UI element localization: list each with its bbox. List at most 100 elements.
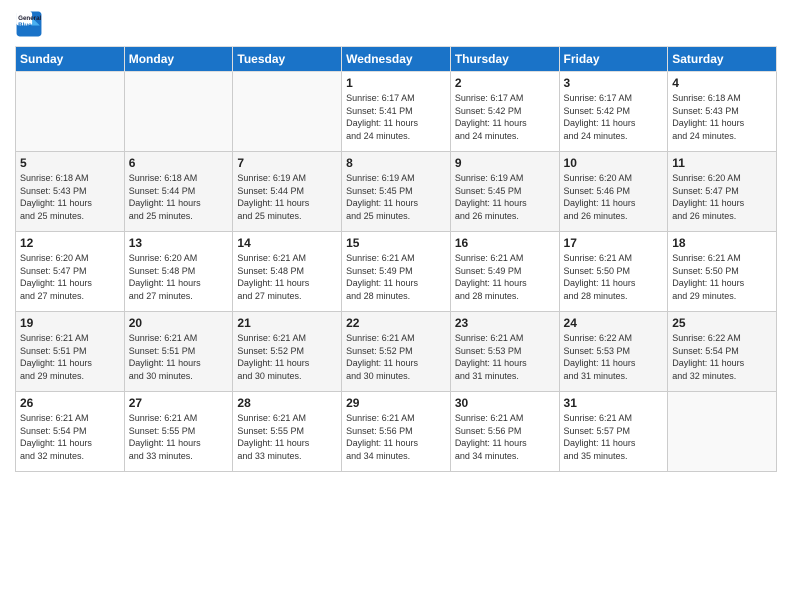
day-info: Sunrise: 6:20 AM Sunset: 5:47 PM Dayligh… (672, 172, 772, 222)
day-info: Sunrise: 6:21 AM Sunset: 5:57 PM Dayligh… (564, 412, 664, 462)
day-number: 20 (129, 316, 229, 330)
day-info: Sunrise: 6:21 AM Sunset: 5:49 PM Dayligh… (346, 252, 446, 302)
day-info: Sunrise: 6:20 AM Sunset: 5:48 PM Dayligh… (129, 252, 229, 302)
calendar-cell: 24 Sunrise: 6:22 AM Sunset: 5:53 PM Dayli… (559, 312, 668, 392)
calendar-cell: 13Sunrise: 6:20 AM Sunset: 5:48 PM Dayli… (124, 232, 233, 312)
day-number: 11 (672, 156, 772, 170)
day-info: Sunrise: 6:19 AM Sunset: 5:45 PM Dayligh… (455, 172, 555, 222)
day-number: 23 (455, 316, 555, 330)
header: General Blue (15, 10, 777, 38)
weekday-header-monday: Monday (124, 47, 233, 72)
week-row-5: 26Sunrise: 6:21 AM Sunset: 5:54 PM Dayli… (16, 392, 777, 472)
calendar-cell: 27 Sunrise: 6:21 AM Sunset: 5:55 PM Dayli… (124, 392, 233, 472)
calendar-cell: 15 Sunrise: 6:21 AM Sunset: 5:49 PM Dayli… (342, 232, 451, 312)
day-info: Sunrise: 6:21 AM Sunset: 5:48 PM Dayligh… (237, 252, 337, 302)
calendar-cell: 23Sunrise: 6:21 AM Sunset: 5:53 PM Dayli… (450, 312, 559, 392)
day-info: Sunrise: 6:18 AM Sunset: 5:43 PM Dayligh… (20, 172, 120, 222)
calendar-cell: 31 Sunrise: 6:21 AM Sunset: 5:57 PM Dayli… (559, 392, 668, 472)
calendar-cell: 4Sunrise: 6:18 AM Sunset: 5:43 PM Daylig… (668, 72, 777, 152)
calendar-cell: 16 Sunrise: 6:21 AM Sunset: 5:49 PM Dayli… (450, 232, 559, 312)
day-info: Sunrise: 6:21 AM Sunset: 5:50 PM Dayligh… (564, 252, 664, 302)
week-row-1: 1 Sunrise: 6:17 AM Sunset: 5:41 PM Daylig… (16, 72, 777, 152)
day-number: 3 (564, 76, 664, 90)
day-number: 28 (237, 396, 337, 410)
day-number: 12 (20, 236, 120, 250)
day-info: Sunrise: 6:21 AM Sunset: 5:52 PM Dayligh… (237, 332, 337, 382)
day-number: 16 (455, 236, 555, 250)
day-info: Sunrise: 6:22 AM Sunset: 5:53 PM Dayligh… (564, 332, 664, 382)
calendar-cell: 6 Sunrise: 6:18 AM Sunset: 5:44 PM Daylig… (124, 152, 233, 232)
logo-icon: General Blue (15, 10, 43, 38)
day-number: 5 (20, 156, 120, 170)
day-number: 24 (564, 316, 664, 330)
day-number: 9 (455, 156, 555, 170)
calendar-cell: 28 Sunrise: 6:21 AM Sunset: 5:55 PM Dayli… (233, 392, 342, 472)
day-info: Sunrise: 6:17 AM Sunset: 5:42 PM Dayligh… (564, 92, 664, 142)
day-info: Sunrise: 6:22 AM Sunset: 5:54 PM Dayligh… (672, 332, 772, 382)
day-info: Sunrise: 6:21 AM Sunset: 5:49 PM Dayligh… (455, 252, 555, 302)
day-number: 22 (346, 316, 446, 330)
calendar-cell: 29Sunrise: 6:21 AM Sunset: 5:56 PM Dayli… (342, 392, 451, 472)
calendar-cell: 12Sunrise: 6:20 AM Sunset: 5:47 PM Dayli… (16, 232, 125, 312)
weekday-header-thursday: Thursday (450, 47, 559, 72)
calendar-page: General Blue SundayMondayTuesdayWednesda… (0, 0, 792, 612)
calendar-table: SundayMondayTuesdayWednesdayThursdayFrid… (15, 46, 777, 472)
calendar-cell (233, 72, 342, 152)
weekday-header-wednesday: Wednesday (342, 47, 451, 72)
day-number: 17 (564, 236, 664, 250)
day-number: 4 (672, 76, 772, 90)
day-number: 19 (20, 316, 120, 330)
day-info: Sunrise: 6:18 AM Sunset: 5:44 PM Dayligh… (129, 172, 229, 222)
day-number: 21 (237, 316, 337, 330)
calendar-cell: 19Sunrise: 6:21 AM Sunset: 5:51 PM Dayli… (16, 312, 125, 392)
calendar-cell: 20 Sunrise: 6:21 AM Sunset: 5:51 PM Dayli… (124, 312, 233, 392)
day-number: 1 (346, 76, 446, 90)
day-info: Sunrise: 6:17 AM Sunset: 5:41 PM Dayligh… (346, 92, 446, 142)
logo: General Blue (15, 10, 47, 38)
day-number: 30 (455, 396, 555, 410)
day-info: Sunrise: 6:19 AM Sunset: 5:44 PM Dayligh… (237, 172, 337, 222)
calendar-cell (668, 392, 777, 472)
day-number: 15 (346, 236, 446, 250)
day-info: Sunrise: 6:20 AM Sunset: 5:46 PM Dayligh… (564, 172, 664, 222)
day-info: Sunrise: 6:19 AM Sunset: 5:45 PM Dayligh… (346, 172, 446, 222)
calendar-cell: 7 Sunrise: 6:19 AM Sunset: 5:44 PM Daylig… (233, 152, 342, 232)
week-row-3: 12Sunrise: 6:20 AM Sunset: 5:47 PM Dayli… (16, 232, 777, 312)
calendar-cell: 25 Sunrise: 6:22 AM Sunset: 5:54 PM Dayli… (668, 312, 777, 392)
day-info: Sunrise: 6:17 AM Sunset: 5:42 PM Dayligh… (455, 92, 555, 142)
calendar-cell: 9 Sunrise: 6:19 AM Sunset: 5:45 PM Daylig… (450, 152, 559, 232)
day-number: 27 (129, 396, 229, 410)
day-number: 31 (564, 396, 664, 410)
day-number: 10 (564, 156, 664, 170)
day-info: Sunrise: 6:21 AM Sunset: 5:50 PM Dayligh… (672, 252, 772, 302)
weekday-header-saturday: Saturday (668, 47, 777, 72)
day-info: Sunrise: 6:21 AM Sunset: 5:56 PM Dayligh… (346, 412, 446, 462)
day-info: Sunrise: 6:21 AM Sunset: 5:51 PM Dayligh… (129, 332, 229, 382)
calendar-cell: 22Sunrise: 6:21 AM Sunset: 5:52 PM Dayli… (342, 312, 451, 392)
calendar-cell: 11 Sunrise: 6:20 AM Sunset: 5:47 PM Dayli… (668, 152, 777, 232)
calendar-body: 1 Sunrise: 6:17 AM Sunset: 5:41 PM Daylig… (16, 72, 777, 472)
day-number: 18 (672, 236, 772, 250)
weekday-header-sunday: Sunday (16, 47, 125, 72)
calendar-cell: 17 Sunrise: 6:21 AM Sunset: 5:50 PM Dayli… (559, 232, 668, 312)
day-number: 6 (129, 156, 229, 170)
weekday-header-tuesday: Tuesday (233, 47, 342, 72)
svg-text:General: General (18, 15, 41, 22)
day-number: 7 (237, 156, 337, 170)
calendar-cell: 1 Sunrise: 6:17 AM Sunset: 5:41 PM Daylig… (342, 72, 451, 152)
day-info: Sunrise: 6:21 AM Sunset: 5:56 PM Dayligh… (455, 412, 555, 462)
weekday-header-row: SundayMondayTuesdayWednesdayThursdayFrid… (16, 47, 777, 72)
weekday-header-friday: Friday (559, 47, 668, 72)
day-number: 25 (672, 316, 772, 330)
day-info: Sunrise: 6:21 AM Sunset: 5:55 PM Dayligh… (129, 412, 229, 462)
day-info: Sunrise: 6:21 AM Sunset: 5:55 PM Dayligh… (237, 412, 337, 462)
calendar-cell: 21 Sunrise: 6:21 AM Sunset: 5:52 PM Dayli… (233, 312, 342, 392)
calendar-cell: 8 Sunrise: 6:19 AM Sunset: 5:45 PM Daylig… (342, 152, 451, 232)
calendar-cell: 10 Sunrise: 6:20 AM Sunset: 5:46 PM Dayli… (559, 152, 668, 232)
svg-text:Blue: Blue (18, 22, 32, 29)
day-number: 8 (346, 156, 446, 170)
calendar-cell: 3 Sunrise: 6:17 AM Sunset: 5:42 PM Daylig… (559, 72, 668, 152)
day-info: Sunrise: 6:21 AM Sunset: 5:54 PM Dayligh… (20, 412, 120, 462)
calendar-cell: 5 Sunrise: 6:18 AM Sunset: 5:43 PM Daylig… (16, 152, 125, 232)
day-number: 14 (237, 236, 337, 250)
